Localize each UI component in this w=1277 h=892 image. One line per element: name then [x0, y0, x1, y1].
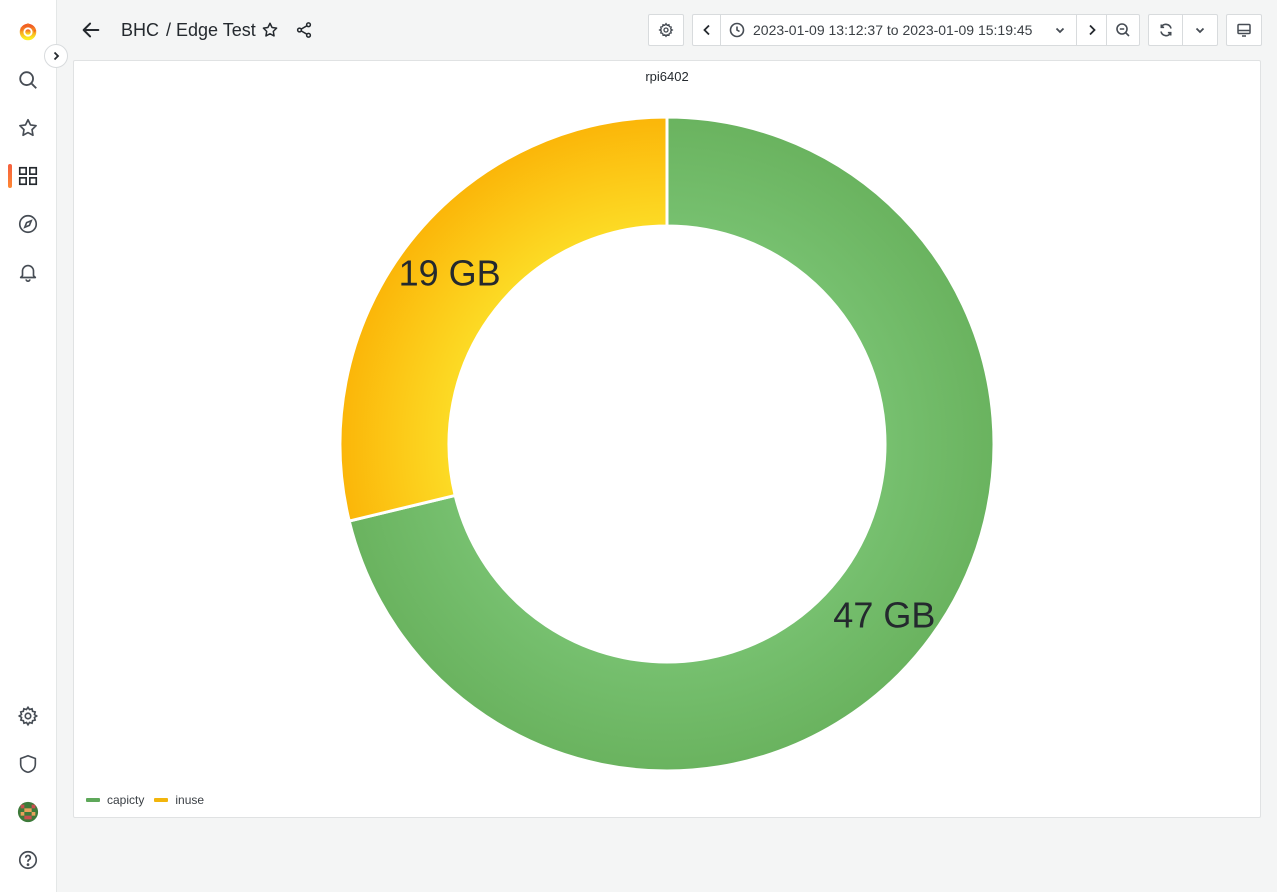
pie-slice-inuse[interactable]	[338, 115, 669, 523]
chevron-down-icon	[1055, 27, 1065, 34]
dashboard-navbar: BHC / Edge Test 2023-01-09 13:12:37 to 2…	[57, 0, 1277, 60]
chevron-right-icon	[53, 51, 60, 61]
back-button[interactable]	[77, 16, 105, 44]
help-icon[interactable]	[8, 840, 48, 880]
time-range-forward-button[interactable]	[1077, 15, 1107, 45]
time-picker-group: 2023-01-09 13:12:37 to 2023-01-09 15:19:…	[692, 14, 1140, 46]
slice-label-capicty: 47 GB	[833, 594, 935, 635]
chart-legend: capicty inuse	[86, 793, 204, 807]
zoom-out-icon	[1116, 23, 1130, 37]
gear-icon	[658, 22, 674, 38]
refresh-icon	[1159, 23, 1172, 37]
bell-icon[interactable]	[8, 252, 48, 292]
star-icon[interactable]	[8, 108, 48, 148]
time-range-picker[interactable]: 2023-01-09 13:12:37 to 2023-01-09 15:19:…	[721, 15, 1077, 45]
sidebar-nav	[0, 0, 57, 892]
clock-icon	[729, 22, 745, 38]
expand-sidebar-button[interactable]	[44, 44, 68, 68]
cycle-view-mode-button[interactable]	[1226, 14, 1262, 46]
legend-item-capicty[interactable]: capicty	[86, 793, 144, 807]
legend-label: inuse	[175, 793, 205, 807]
chevron-down-icon	[1195, 27, 1205, 34]
breadcrumb-dashboard-title[interactable]: / Edge Test	[166, 19, 256, 41]
breadcrumb-separator: /	[166, 20, 172, 40]
mark-favorite-button[interactable]	[259, 19, 281, 41]
donut-chart: 47 GB 19 GB	[338, 115, 996, 773]
chevron-right-icon	[1088, 24, 1096, 36]
slice-label-inuse: 19 GB	[399, 253, 501, 294]
dashboard-title: Edge Test	[176, 20, 256, 40]
monitor-icon	[1237, 23, 1251, 37]
time-range-text: 2023-01-09 13:12:37 to 2023-01-09 15:19:…	[753, 22, 1033, 38]
refresh-interval-dropdown[interactable]	[1183, 15, 1217, 45]
compass-icon[interactable]	[8, 204, 48, 244]
arrow-left-icon	[82, 22, 100, 38]
breadcrumb-folder[interactable]: BHC	[121, 19, 159, 41]
shield-icon[interactable]	[8, 744, 48, 784]
legend-swatch	[86, 798, 100, 802]
share-icon	[296, 22, 312, 38]
legend-swatch	[154, 798, 169, 802]
star-icon	[262, 22, 278, 37]
legend-label: capicty	[107, 793, 145, 807]
zoom-out-button[interactable]	[1107, 15, 1139, 45]
time-range-back-button[interactable]	[693, 15, 721, 45]
share-button[interactable]	[293, 19, 315, 41]
refresh-group	[1148, 14, 1218, 46]
search-icon[interactable]	[8, 60, 48, 100]
dashboard-settings-button[interactable]	[648, 14, 684, 46]
refresh-button[interactable]	[1149, 15, 1183, 45]
chevron-left-icon	[702, 24, 710, 36]
pie-chart-panel: rpi6402 47 GB 19 GB capicty inuse	[73, 60, 1261, 818]
grafana-logo-icon[interactable]	[8, 12, 48, 52]
gear-icon[interactable]	[8, 696, 48, 736]
legend-item-inuse[interactable]: inuse	[154, 793, 204, 807]
dashboards-icon[interactable]	[8, 156, 48, 196]
avatar[interactable]	[8, 792, 48, 832]
